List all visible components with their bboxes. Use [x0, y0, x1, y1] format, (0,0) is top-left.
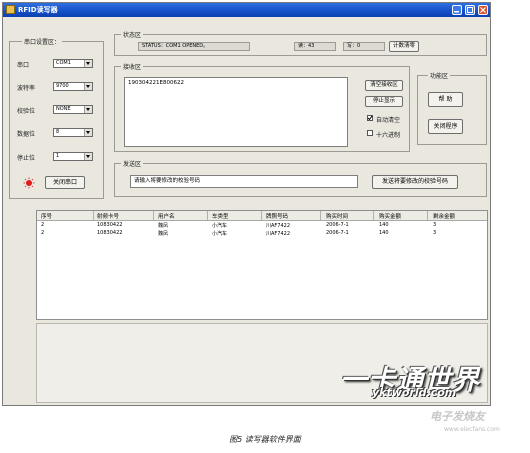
- checkmark-icon: [367, 115, 373, 121]
- app-window: RFID读写器 串口设置区： 串口 COM1 波特率 9700 校验位 NONE…: [2, 2, 491, 406]
- minimize-button[interactable]: [452, 5, 462, 15]
- table-cell: 2: [41, 230, 45, 236]
- table-cell: 2006-7-1: [326, 222, 349, 228]
- auto-clear-checkbox[interactable]: [367, 115, 373, 121]
- table-cell: 小汽车: [212, 231, 228, 237]
- window-title: RFID读写器: [18, 6, 58, 14]
- stop-display-button[interactable]: 停止显示: [365, 96, 403, 107]
- help-button[interactable]: 帮 助: [428, 92, 463, 107]
- close-program-button[interactable]: 关闭程序: [428, 119, 463, 134]
- hex-checkbox[interactable]: [367, 130, 373, 136]
- column-header[interactable]: 购买金额: [379, 212, 401, 220]
- column-header[interactable]: 牌照号码: [266, 212, 288, 220]
- column-header[interactable]: 剩余金额: [433, 212, 455, 220]
- chevron-down-icon: [84, 153, 92, 160]
- table-row[interactable]: 2 10830422 魏凤 小汽车 川AF7422 2006-7-1 140 3: [37, 230, 487, 237]
- table-cell: 魏凤: [158, 223, 169, 229]
- column-divider[interactable]: [261, 211, 262, 220]
- databits-select[interactable]: 8: [53, 128, 93, 137]
- send-input[interactable]: 请输入将要修改的校验号码: [130, 175, 358, 188]
- chevron-down-icon: [84, 60, 92, 67]
- watermark-elecfans-url: www.elecfans.com: [444, 426, 500, 433]
- table-cell: 2: [41, 222, 45, 228]
- baud-label: 波特率: [17, 85, 36, 92]
- chevron-down-icon: [84, 106, 92, 113]
- column-divider[interactable]: [373, 211, 374, 220]
- chevron-down-icon: [84, 83, 92, 90]
- parity-select[interactable]: NONE: [53, 105, 93, 114]
- table-cell: 140: [379, 230, 389, 236]
- close-button[interactable]: [478, 5, 488, 15]
- hex-label: 十六进制: [376, 132, 401, 139]
- column-header[interactable]: 车类型: [212, 212, 229, 220]
- minimize-icon: [454, 11, 459, 13]
- write-count: 写：0: [343, 42, 385, 51]
- column-header[interactable]: 射频卡号: [97, 212, 119, 220]
- baud-value: 9700: [56, 83, 69, 89]
- databits-label: 数据位: [17, 131, 36, 138]
- column-header[interactable]: 购买时间: [326, 212, 348, 220]
- send-group-title: 发送区: [121, 159, 144, 168]
- status-led-icon: [23, 177, 35, 189]
- parity-label: 校验位: [17, 108, 36, 115]
- table-cell: 川AF7422: [266, 223, 291, 229]
- column-divider[interactable]: [427, 211, 428, 220]
- table-cell: 2006-7-1: [326, 230, 349, 236]
- receive-group-title: 接收区: [121, 62, 144, 71]
- table-row[interactable]: 2 10830422 魏凤 小汽车 川AF7422 2006-7-1 140 3: [37, 222, 487, 229]
- receive-textarea[interactable]: 190304221E800622: [124, 77, 348, 147]
- stopbits-label: 停止位: [17, 155, 36, 162]
- parity-value: NONE: [56, 106, 71, 112]
- clear-receive-button[interactable]: 清空接收区: [365, 80, 403, 91]
- records-table[interactable]: 序号 射频卡号 用户名 车类型 牌照号码 购买时间 购买金额 剩余金额 2 10…: [36, 210, 488, 320]
- baud-select[interactable]: 9700: [53, 82, 93, 91]
- title-bar[interactable]: RFID读写器: [3, 3, 490, 17]
- column-header[interactable]: 用户名: [158, 212, 175, 220]
- column-divider[interactable]: [93, 211, 94, 220]
- maximize-icon: [467, 7, 473, 13]
- stopbits-select[interactable]: 1: [53, 152, 93, 161]
- watermark-url: yktworld.com: [372, 386, 457, 399]
- table-cell: 10830422: [97, 230, 123, 236]
- column-divider[interactable]: [320, 211, 321, 220]
- column-divider[interactable]: [153, 211, 154, 220]
- port-label: 串口: [17, 62, 30, 69]
- status-group-title: 状态区: [121, 30, 144, 39]
- figure-caption: 图5 读写器软件界面: [229, 435, 301, 444]
- close-port-button[interactable]: 关闭串口: [45, 176, 85, 189]
- status-text: STATUS：COM1 OPENED。: [138, 42, 250, 51]
- stopbits-value: 1: [56, 153, 60, 159]
- maximize-button[interactable]: [465, 5, 475, 15]
- serial-group-title: 串口设置区：: [22, 37, 63, 46]
- function-group: 功能区: [417, 71, 487, 145]
- clear-count-button[interactable]: 计数清零: [389, 41, 419, 52]
- table-cell: 川AF7422: [266, 231, 291, 237]
- chevron-down-icon: [84, 129, 92, 136]
- table-cell: 140: [379, 222, 389, 228]
- watermark-elecfans: 电子发烧友: [430, 410, 485, 423]
- databits-value: 8: [56, 129, 60, 135]
- table-cell: 魏凤: [158, 231, 169, 237]
- table-header: 序号 射频卡号 用户名 车类型 牌照号码 购买时间 购买金额 剩余金额: [37, 211, 487, 221]
- read-count: 读：43: [294, 42, 336, 51]
- auto-clear-label: 自动清空: [376, 117, 401, 124]
- app-icon: [6, 5, 15, 14]
- column-divider[interactable]: [207, 211, 208, 220]
- send-check-number-button[interactable]: 发送将要修改的校验号码: [372, 175, 458, 189]
- column-header[interactable]: 序号: [41, 212, 52, 220]
- port-select[interactable]: COM1: [53, 59, 93, 68]
- function-group-title: 功能区: [428, 71, 451, 80]
- close-icon: [480, 7, 486, 13]
- table-cell: 3: [433, 230, 437, 236]
- table-cell: 小汽车: [212, 223, 228, 229]
- table-cell: 3: [433, 222, 437, 228]
- port-value: COM1: [56, 60, 71, 66]
- table-cell: 10830422: [97, 222, 123, 228]
